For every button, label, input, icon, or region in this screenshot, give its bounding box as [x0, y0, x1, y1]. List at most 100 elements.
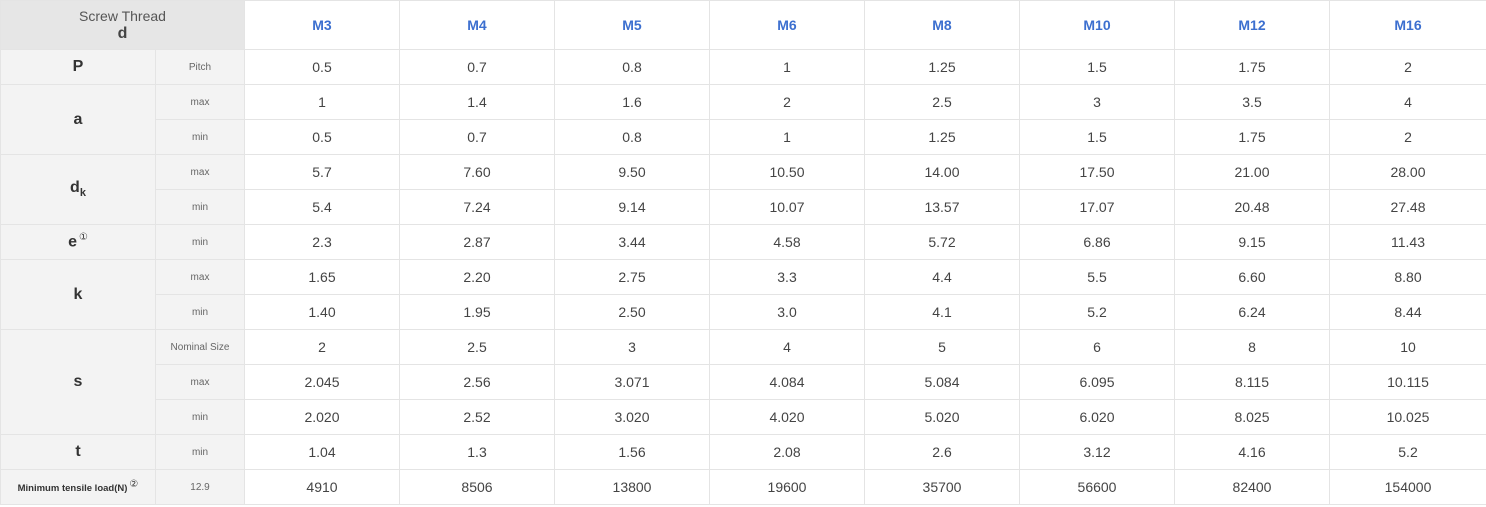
value-cell: 5.2 [1329, 434, 1486, 470]
value-cell: 2.87 [399, 224, 555, 260]
value-cell: 13.57 [864, 189, 1020, 225]
value-cell: 5.4 [244, 189, 400, 225]
sub-label: min [155, 119, 245, 155]
table-row: s Nominal Size 2 2.5 3 4 5 6 8 10 [0, 329, 1486, 435]
value-cell: 2.08 [709, 434, 865, 470]
param-label-e: e① [0, 224, 156, 260]
value-cell: 2.52 [399, 399, 555, 435]
value-cell: 9.50 [554, 154, 710, 190]
value-cell: 1.25 [864, 49, 1020, 85]
value-cell: 0.5 [244, 49, 400, 85]
value-cell: 4.58 [709, 224, 865, 260]
value-cell: 11.43 [1329, 224, 1486, 260]
value-cell: 8506 [399, 469, 555, 505]
value-cell: 4910 [244, 469, 400, 505]
value-cell: 9.14 [554, 189, 710, 225]
value-cell: 1 [709, 119, 865, 155]
sub-label: min [155, 434, 245, 470]
value-cell: 4.084 [709, 364, 865, 400]
sub-label: min [155, 399, 245, 435]
sub-label: min [155, 224, 245, 260]
table-row: a max 1 1.4 1.6 2 2.5 3 3.5 4 [0, 84, 1486, 155]
footnote-marker: ① [78, 232, 88, 244]
table-row: t min 1.04 1.3 1.56 2.08 2.6 3.12 4.16 5.2 [0, 434, 1486, 470]
value-cell: 5.5 [1019, 259, 1175, 295]
value-cell: 2 [1329, 49, 1486, 85]
value-cell: 5 [864, 329, 1020, 365]
sub-label: min [155, 294, 245, 330]
value-cell: 4 [709, 329, 865, 365]
table-row: Minimum tensile load(N) ② 12.9 4910 8506 13… [0, 469, 1486, 505]
value-cell: 4.1 [864, 294, 1020, 330]
value-cell: 0.8 [554, 49, 710, 85]
value-cell: 1.5 [1019, 119, 1175, 155]
value-cell: 1.65 [244, 259, 400, 295]
value-cell: 3.44 [554, 224, 710, 260]
value-cell: 7.60 [399, 154, 555, 190]
value-cell: 3.12 [1019, 434, 1175, 470]
screw-thread-label: Screw Thread [79, 8, 166, 24]
value-cell: 4.020 [709, 399, 865, 435]
table-row: e① min 2.3 2.87 3.44 4.58 5.72 6.86 9.15 11.43 [0, 224, 1486, 260]
value-cell: 2.5 [864, 84, 1020, 120]
sub-label: Pitch [155, 49, 245, 85]
value-cell: 8.115 [1174, 364, 1330, 400]
size-header: M12 [1174, 0, 1330, 50]
value-cell: 3 [1019, 84, 1175, 120]
param-label-k: k [0, 259, 156, 330]
param-symbol: e [68, 233, 77, 251]
value-cell: 2 [709, 84, 865, 120]
thread-symbol: d [117, 25, 128, 42]
value-cell: 82400 [1174, 469, 1330, 505]
value-cell: 2.56 [399, 364, 555, 400]
table-row: min 2.020 2.52 3.020 4.020 5.020 6.020 8.025 10… [1, 399, 1486, 435]
value-cell: 4.4 [864, 259, 1020, 295]
value-cell: 8.025 [1174, 399, 1330, 435]
footnote-marker: ② [129, 479, 139, 491]
size-header: M4 [399, 0, 555, 50]
value-cell: 1.3 [399, 434, 555, 470]
param-label-t: t [0, 434, 156, 470]
value-cell: 0.7 [399, 49, 555, 85]
param-label-s: s [0, 329, 156, 435]
value-cell: 6.020 [1019, 399, 1175, 435]
value-cell: 1.95 [399, 294, 555, 330]
param-subscript: k [79, 187, 86, 200]
header-row: Screw Thread d M3 M4 M5 M6 M8 M10 M12 M1… [0, 0, 1486, 50]
value-cell: 2.5 [399, 329, 555, 365]
sub-label: Nominal Size [155, 329, 245, 365]
value-cell: 5.020 [864, 399, 1020, 435]
value-cell: 1.6 [554, 84, 710, 120]
sub-label: max [155, 364, 245, 400]
value-cell: 2.75 [554, 259, 710, 295]
value-cell: 8 [1174, 329, 1330, 365]
param-label-dk: dk [0, 154, 156, 225]
size-header: M16 [1329, 0, 1486, 50]
value-cell: 3.5 [1174, 84, 1330, 120]
table-row: min 1.40 1.95 2.50 3.0 4.1 5.2 6.24 8.44 [1, 294, 1486, 330]
value-cell: 2.20 [399, 259, 555, 295]
table-row: max 2.045 2.56 3.071 4.084 5.084 6.095 8.115 10… [1, 364, 1486, 400]
table-row: P Pitch 0.5 0.7 0.8 1 1.25 1.5 1.75 2 [0, 49, 1486, 85]
value-cell: 10.07 [709, 189, 865, 225]
value-cell: 3.071 [554, 364, 710, 400]
param-symbol: d [70, 179, 80, 197]
value-cell: 5.7 [244, 154, 400, 190]
value-cell: 0.5 [244, 119, 400, 155]
value-cell: 19600 [709, 469, 865, 505]
value-cell: 20.48 [1174, 189, 1330, 225]
value-cell: 1.75 [1174, 49, 1330, 85]
value-cell: 35700 [864, 469, 1020, 505]
value-cell: 2 [1329, 119, 1486, 155]
value-cell: 4.16 [1174, 434, 1330, 470]
value-cell: 56600 [1019, 469, 1175, 505]
size-header: M5 [554, 0, 710, 50]
value-cell: 27.48 [1329, 189, 1486, 225]
value-cell: 10.115 [1329, 364, 1486, 400]
value-cell: 1.5 [1019, 49, 1175, 85]
value-cell: 0.7 [399, 119, 555, 155]
value-cell: 6 [1019, 329, 1175, 365]
value-cell: 28.00 [1329, 154, 1486, 190]
value-cell: 0.8 [554, 119, 710, 155]
value-cell: 14.00 [864, 154, 1020, 190]
